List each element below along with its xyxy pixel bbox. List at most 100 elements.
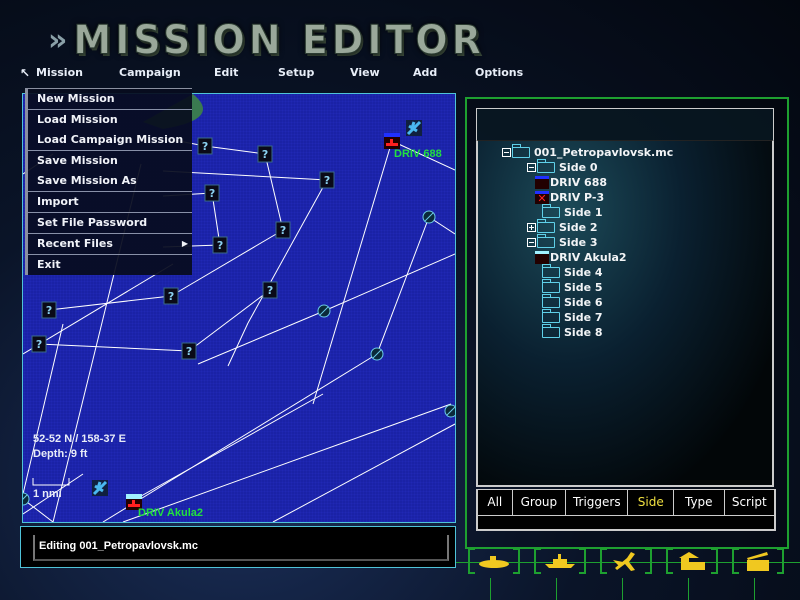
menu-bar: ↖ Mission Campaign Edit Setup View Add O… bbox=[20, 66, 523, 84]
svg-text:?: ? bbox=[36, 338, 42, 351]
menu-item-save-mission[interactable]: Save Mission bbox=[28, 151, 192, 171]
unit-label: DRIV 688 bbox=[394, 148, 442, 160]
ship-icon bbox=[545, 554, 575, 568]
tab-all[interactable]: All bbox=[478, 490, 513, 515]
add-aircraft-button[interactable] bbox=[598, 544, 654, 578]
aircraft-icon[interactable] bbox=[92, 480, 108, 496]
tree-node-driv-akula2[interactable]: DRIV Akula2 bbox=[535, 250, 627, 265]
tree-node-side-1[interactable]: Side 1 bbox=[537, 204, 603, 220]
collapse-icon[interactable] bbox=[502, 148, 511, 157]
depth-readout: Depth: 9 ft bbox=[33, 448, 88, 460]
menu-item-load-campaign-mission[interactable]: Load Campaign Mission bbox=[28, 130, 192, 151]
tree-node-label: Side 1 bbox=[564, 206, 603, 219]
tree-filter-tabs: All Group Triggers Side Type Script bbox=[476, 489, 776, 531]
tree-node-label: 001_Petropavlovsk.mc bbox=[534, 146, 674, 159]
svg-text:?: ? bbox=[262, 148, 268, 161]
add-land-base-button[interactable] bbox=[664, 544, 720, 578]
decor-line bbox=[688, 578, 689, 600]
tree-node-side-0[interactable]: Side 0 bbox=[527, 159, 598, 175]
tree-node-label: Side 3 bbox=[559, 236, 598, 249]
aircraft-icon[interactable] bbox=[406, 120, 422, 136]
tree-node-driv-p3[interactable]: ✕ DRIV P-3 bbox=[535, 190, 604, 205]
tree-root[interactable]: 001_Petropavlovsk.mc bbox=[502, 144, 674, 160]
svg-text:?: ? bbox=[202, 140, 208, 153]
add-trigger-button[interactable] bbox=[730, 544, 786, 578]
chevron-logo-icon: » bbox=[48, 22, 68, 58]
folder-icon bbox=[537, 234, 555, 248]
tab-side[interactable]: Side bbox=[628, 490, 675, 515]
expand-icon[interactable] bbox=[527, 223, 536, 232]
tree-node-label: Side 2 bbox=[559, 221, 598, 234]
menu-item-label: Recent Files bbox=[37, 237, 113, 250]
menu-item-recent-files[interactable]: Recent Files ▶ bbox=[28, 234, 192, 255]
add-ship-button[interactable] bbox=[532, 544, 588, 578]
tree-node-label: DRIV Akula2 bbox=[550, 251, 627, 264]
collapse-icon[interactable] bbox=[527, 163, 536, 172]
tree-node-label: DRIV 688 bbox=[550, 176, 607, 189]
menu-item-set-file-password[interactable]: Set File Password bbox=[28, 213, 192, 234]
tree-node-side-4[interactable]: Side 4 bbox=[537, 264, 603, 280]
aircraft-icon bbox=[613, 552, 635, 571]
tab-group[interactable]: Group bbox=[513, 490, 567, 515]
tab-script[interactable]: Script bbox=[725, 490, 774, 515]
svg-text:?: ? bbox=[168, 290, 174, 303]
folder-icon bbox=[542, 279, 560, 293]
menu-setup[interactable]: Setup bbox=[278, 66, 350, 84]
status-panel: Editing 001_Petropavlovsk.mc bbox=[20, 526, 456, 568]
menu-item-save-mission-as[interactable]: Save Mission As bbox=[28, 171, 192, 192]
tree-node-label: DRIV P-3 bbox=[550, 191, 605, 204]
tree-node-label: Side 6 bbox=[564, 296, 603, 309]
unit-driv-688[interactable] bbox=[384, 133, 400, 149]
scale-label: 1 nmi bbox=[33, 488, 62, 500]
tree-node-label: Side 5 bbox=[564, 281, 603, 294]
add-unit-toolbar bbox=[466, 544, 786, 578]
folder-icon bbox=[512, 144, 530, 158]
tree-node-side-6[interactable]: Side 6 bbox=[537, 294, 603, 310]
add-submarine-button[interactable] bbox=[466, 544, 522, 578]
folder-icon bbox=[537, 219, 555, 233]
folder-icon bbox=[542, 324, 560, 338]
menu-item-new-mission[interactable]: New Mission bbox=[28, 89, 192, 110]
folder-icon bbox=[542, 309, 560, 323]
decor-line bbox=[754, 578, 755, 600]
submarine-icon bbox=[535, 176, 549, 189]
app-title: » MISSION EDITOR bbox=[48, 16, 485, 64]
menu-edit[interactable]: Edit bbox=[214, 66, 278, 84]
menu-add[interactable]: Add bbox=[413, 66, 475, 84]
folder-icon bbox=[542, 264, 560, 278]
collapse-icon[interactable] bbox=[527, 238, 536, 247]
svg-text:?: ? bbox=[217, 239, 223, 252]
menu-view[interactable]: View bbox=[350, 66, 413, 84]
tab-triggers[interactable]: Triggers bbox=[566, 490, 629, 515]
svg-text:?: ? bbox=[280, 224, 286, 237]
tree-node-side-7[interactable]: Side 7 bbox=[537, 309, 603, 325]
mission-tree[interactable]: 001_Petropavlovsk.mc Side 0 DRIV 688 ✕ DR… bbox=[476, 140, 774, 487]
app-title-text: MISSION EDITOR bbox=[73, 16, 485, 64]
svg-text:?: ? bbox=[209, 187, 215, 200]
tree-node-driv-688[interactable]: DRIV 688 bbox=[535, 175, 607, 190]
tree-node-label: Side 7 bbox=[564, 311, 603, 324]
menu-campaign[interactable]: Campaign bbox=[119, 66, 214, 84]
svg-text:?: ? bbox=[324, 174, 330, 187]
menu-item-exit[interactable]: Exit bbox=[28, 255, 192, 275]
cursor-icon: ↖ bbox=[20, 66, 31, 80]
svg-text:?: ? bbox=[46, 304, 52, 317]
submarine-icon bbox=[535, 251, 549, 264]
svg-text:?: ? bbox=[186, 345, 192, 358]
tree-node-side-3[interactable]: Side 3 bbox=[527, 234, 598, 250]
tree-node-side-5[interactable]: Side 5 bbox=[537, 279, 603, 295]
tree-node-side-2[interactable]: Side 2 bbox=[527, 219, 598, 235]
folder-icon bbox=[542, 294, 560, 308]
tree-node-label: Side 0 bbox=[559, 161, 598, 174]
svg-text:?: ? bbox=[267, 284, 273, 297]
menu-options[interactable]: Options bbox=[475, 66, 523, 84]
status-text: Editing 001_Petropavlovsk.mc bbox=[33, 535, 449, 561]
menu-mission[interactable]: Mission bbox=[36, 66, 119, 84]
menu-item-load-mission[interactable]: Load Mission bbox=[28, 110, 192, 130]
menu-item-import[interactable]: Import bbox=[28, 192, 192, 213]
tree-node-label: Side 4 bbox=[564, 266, 603, 279]
decor-line bbox=[490, 578, 491, 600]
land-base-icon bbox=[679, 552, 705, 570]
tree-node-side-8[interactable]: Side 8 bbox=[537, 324, 603, 340]
tab-type[interactable]: Type bbox=[674, 490, 725, 515]
